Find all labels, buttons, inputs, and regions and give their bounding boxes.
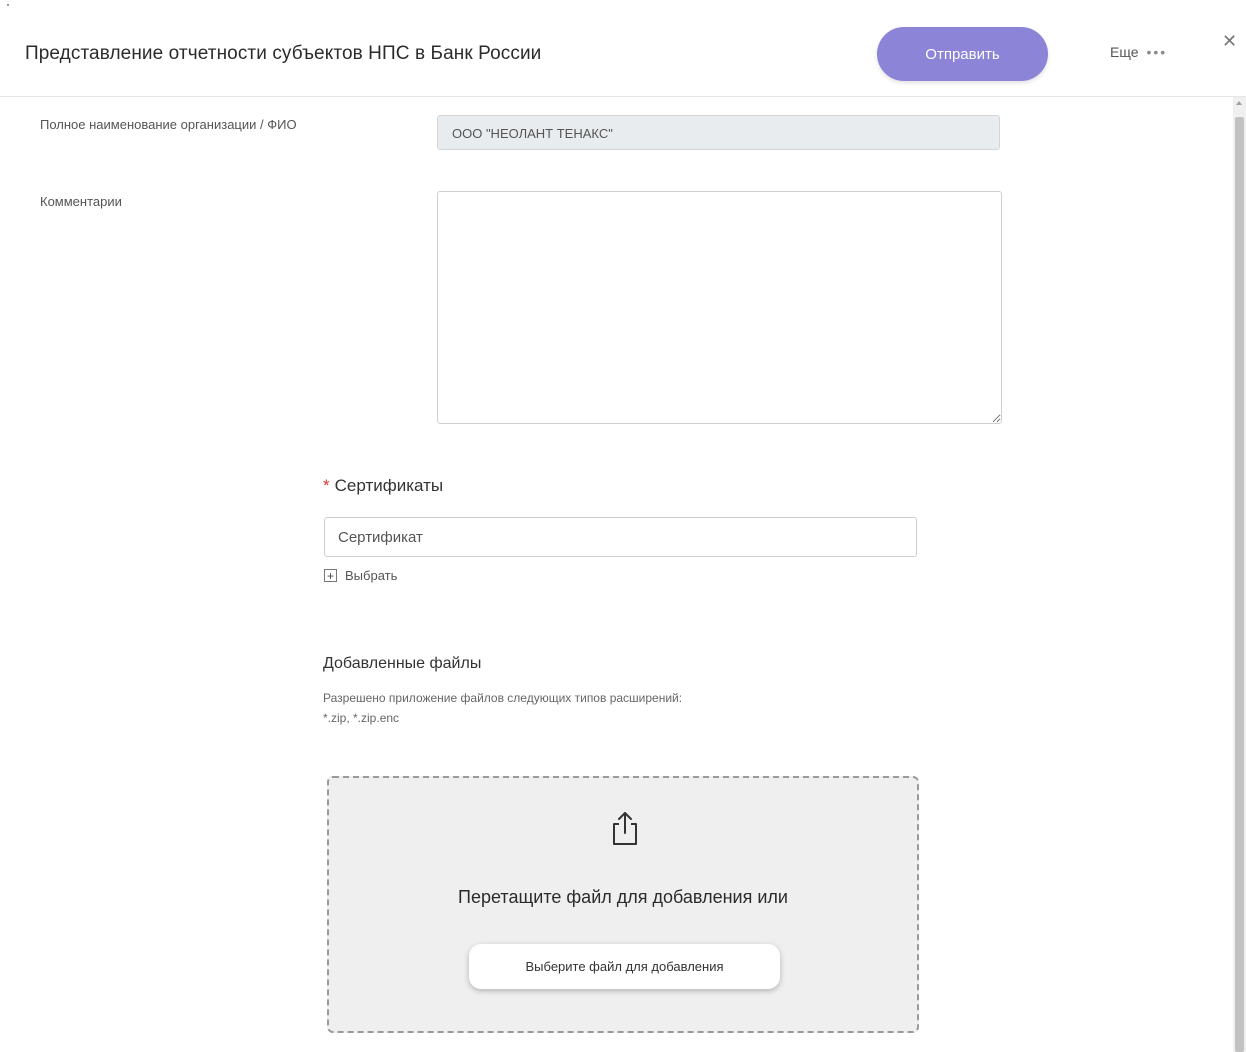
close-icon[interactable]: ✕ [1222,32,1237,50]
certificates-heading-text: Сертификаты [334,476,444,495]
scrollbar[interactable] [1233,97,1246,1052]
choose-certificate-button[interactable]: + Выбрать [324,568,397,583]
upload-icon [613,812,637,845]
comment-textarea[interactable] [437,191,1002,424]
more-dots-icon: ••• [1146,44,1168,60]
more-menu-button[interactable]: Еще ••• [1110,44,1167,60]
pick-file-button[interactable]: Выберите файл для добавления [469,944,780,989]
choose-label: Выбрать [345,568,398,583]
plus-icon: + [324,569,337,582]
certificate-input[interactable] [324,517,917,557]
page-title: Представление отчетности субъектов НПС в… [25,43,542,64]
modal-page: Представление отчетности субъектов НПС в… [0,0,1246,1052]
certificates-heading: * Сертификаты [323,476,443,496]
drop-text: Перетащите файл для добавления или [458,887,788,907]
file-dropzone[interactable]: Перетащите файл для добавления или Выбер… [327,776,919,1033]
allowed-extensions-line2: *.zip, *.zip.enc [323,711,400,725]
required-mark: * [323,476,330,495]
scroll-up-arrow-icon[interactable] [1236,101,1242,105]
org-name-field: ООО "НЕОЛАНТ ТЕНАКС" [437,115,1000,150]
added-files-heading: Добавленные файлы [323,655,482,672]
header: Представление отчетности субъектов НПС в… [0,0,1246,97]
send-button[interactable]: Отправить [877,27,1048,81]
more-label: Еще [1110,44,1139,60]
org-name-label: Полное наименование организации / ФИО [40,117,297,132]
comment-label: Комментарии [40,194,122,209]
allowed-extensions-line1: Разрешено приложение файлов следующих ти… [323,691,683,705]
scroll-thumb[interactable] [1235,117,1244,1052]
allowed-extensions-note: Разрешено приложение файлов следующих ти… [323,688,682,728]
